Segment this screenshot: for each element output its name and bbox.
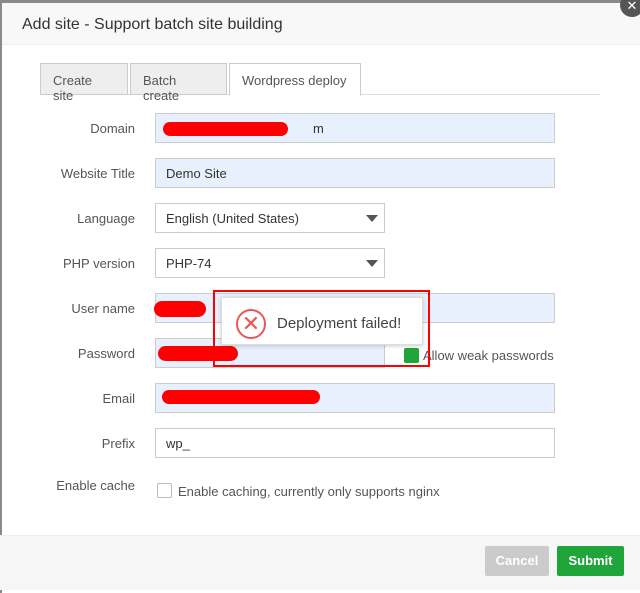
domain-value: m: [313, 121, 324, 136]
tab-bar: Create site Batch create Wordpress deplo…: [40, 63, 600, 103]
cancel-button[interactable]: Cancel: [485, 546, 549, 576]
allow-weak-label: Allow weak passwords: [423, 348, 554, 363]
password-label: Password: [77, 346, 135, 361]
chevron-down-icon: [366, 215, 378, 222]
dialog-title: Add site - Support batch site building: [2, 3, 640, 45]
tab-wordpress-deploy[interactable]: Wordpress deploy: [229, 63, 361, 96]
website-title-row: Website Title Demo Site: [0, 158, 640, 188]
php-version-row: PHP version PHP-74: [0, 248, 640, 278]
user-name-label: User name: [71, 301, 135, 316]
enable-cache-label: Enable cache: [56, 478, 135, 493]
language-label: Language: [77, 211, 135, 226]
domain-row: Domain m: [0, 113, 640, 143]
website-title-label: Website Title: [60, 166, 135, 181]
website-title-input[interactable]: Demo Site: [155, 158, 555, 188]
redaction-mark: [154, 301, 206, 317]
toast-message: Deployment failed!: [277, 315, 402, 332]
submit-button[interactable]: Submit: [557, 546, 624, 576]
redaction-mark: [163, 122, 288, 136]
enable-cache-row: Enable cache Enable caching, currently o…: [0, 475, 640, 505]
chevron-down-icon: [366, 260, 378, 267]
domain-label: Domain: [90, 121, 135, 136]
email-row: Email: [0, 383, 640, 413]
error-toast: ✕ Deployment failed!: [221, 297, 423, 345]
language-select[interactable]: English (United States): [155, 203, 385, 233]
prefix-input[interactable]: wp_: [155, 428, 555, 458]
email-label: Email: [102, 391, 135, 406]
enable-cache-checkbox[interactable]: [157, 483, 172, 498]
tab-batch-create[interactable]: Batch create: [130, 63, 227, 103]
prefix-label: Prefix: [101, 436, 135, 451]
php-version-label: PHP version: [62, 256, 135, 271]
language-value: English (United States): [166, 211, 299, 226]
enable-cache-checkbox-label: Enable caching, currently only supports …: [178, 484, 440, 499]
redaction-mark: [162, 390, 320, 404]
php-version-value: PHP-74: [166, 256, 212, 271]
error-circle-icon: ✕: [236, 309, 266, 339]
tab-create-site[interactable]: Create site: [40, 63, 128, 103]
php-version-select[interactable]: PHP-74: [155, 248, 385, 278]
language-row: Language English (United States): [0, 203, 640, 233]
prefix-row: Prefix wp_: [0, 428, 640, 458]
dialog-footer: Cancel Submit: [0, 535, 640, 590]
error-toast-highlight: ✕ Deployment failed!: [213, 290, 430, 367]
